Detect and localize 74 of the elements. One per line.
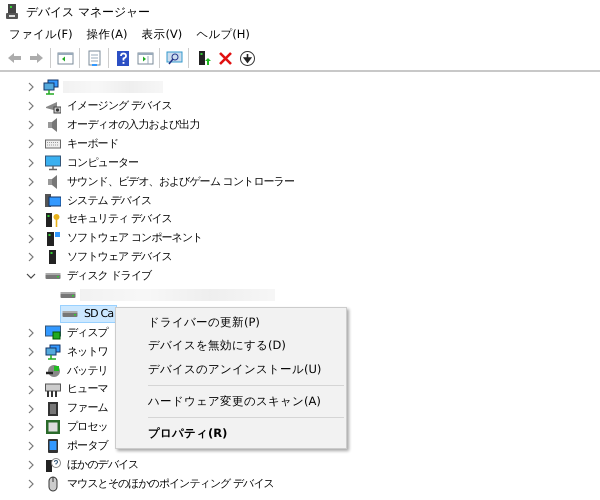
help-icon[interactable] xyxy=(114,50,132,66)
tree-item-label: ソフトウェア デバイス xyxy=(66,249,173,266)
tree-item-label: ファーム xyxy=(66,400,109,416)
tree-item[interactable]: ポータブ xyxy=(43,437,112,456)
monitor-icon xyxy=(45,155,61,171)
tree-item[interactable]: SD Ca xyxy=(60,305,118,324)
unknown-device-icon xyxy=(45,457,61,474)
tree-item[interactable]: バッテリ xyxy=(43,362,112,380)
tree-item[interactable]: ほかのデバイス xyxy=(43,456,142,474)
app-icon xyxy=(6,4,18,20)
tree-item-label: プロセッ xyxy=(66,419,109,436)
menu-item[interactable]: ドライバーの更新(P) xyxy=(116,311,346,334)
tree-item[interactable]: ファーム xyxy=(43,400,112,418)
tree-item-label: イメージング デバイス xyxy=(66,98,173,114)
tree-item[interactable]: オーディオの入力および出力 xyxy=(43,116,204,134)
menu-item[interactable]: ヘルプ(H) xyxy=(189,24,257,46)
tree-item-label: マウスとそのほかのポインティング デバイス xyxy=(66,476,275,492)
action-pane-icon[interactable] xyxy=(136,50,154,66)
console-tree-icon[interactable] xyxy=(56,50,74,66)
portable-device-icon xyxy=(45,438,61,454)
tree-item[interactable]: マウスとそのほかのポインティング デバイス xyxy=(43,475,278,494)
tree-item[interactable]: コンピューター xyxy=(43,154,142,172)
download-icon[interactable] xyxy=(238,50,256,66)
tree-item[interactable]: イメージング デバイス xyxy=(43,97,176,116)
chip-icon xyxy=(45,400,61,417)
tree-item-label: ほかのデバイス xyxy=(66,457,140,473)
tree-item[interactable]: ディスプ xyxy=(43,324,112,342)
delete-icon[interactable] xyxy=(216,50,234,66)
tree-item-label: ポータブ xyxy=(66,438,110,454)
menu-item[interactable]: デバイスを無効にする(D) xyxy=(116,334,346,358)
tree-item-label: セキュリティ デバイス xyxy=(66,211,173,228)
tree-item[interactable]: ディスク ドライブ xyxy=(43,267,156,286)
tree-item-label: ヒューマ xyxy=(66,381,109,398)
tree-item-label: システム デバイス xyxy=(66,192,152,209)
tree-item[interactable]: プロセッ xyxy=(43,418,112,436)
menu-item[interactable]: ハードウェア変更のスキャン(A) xyxy=(116,390,346,413)
tree-item-label: オーディオの入力および出力 xyxy=(66,116,201,133)
battery-icon xyxy=(45,362,61,379)
tree-item[interactable]: システム デバイス xyxy=(43,192,156,210)
tree-item-label: コンピューター xyxy=(66,154,140,171)
drive-icon xyxy=(60,291,76,300)
tree-item[interactable]: サウンド、ビデオ、およびゲーム コントローラー xyxy=(43,172,298,191)
menu-item[interactable]: 表示(V) xyxy=(134,24,190,46)
tree-item[interactable]: ソフトウェア デバイス xyxy=(43,248,176,266)
tree-item-label: SD Ca xyxy=(83,306,114,322)
tree-item[interactable]: キーボード xyxy=(43,135,122,154)
tree-item-label: ネットワ xyxy=(66,344,109,360)
processor-icon xyxy=(45,419,61,436)
tree-item[interactable]: ヒューマ xyxy=(43,380,112,399)
tree-item-label: ディスク ドライブ xyxy=(66,268,153,284)
input-device-icon xyxy=(45,382,61,398)
tree-item[interactable]: セキュリティ デバイス xyxy=(43,210,176,229)
drive-icon xyxy=(62,310,78,318)
display-icon xyxy=(45,325,61,342)
menu-item[interactable]: 操作(A) xyxy=(80,24,134,46)
window-title: デバイス マネージャー xyxy=(26,4,150,21)
component-icon xyxy=(45,230,61,247)
key-icon xyxy=(45,212,61,228)
tree-item-label: ディスプ xyxy=(66,324,110,341)
drive-icon xyxy=(45,272,61,280)
network-icon xyxy=(45,344,61,360)
system-icon xyxy=(45,192,61,209)
monitor-search-icon[interactable] xyxy=(166,50,182,66)
tree-item-label: バッテリ xyxy=(66,362,109,379)
menu-item[interactable]: デバイスのアンインストール(U) xyxy=(116,358,346,381)
tree-item-label: ソフトウェア コンポーネント xyxy=(66,230,204,246)
network-icon xyxy=(43,79,59,96)
properties-icon[interactable] xyxy=(86,50,102,66)
tree-item-label: キーボード xyxy=(66,136,120,152)
tree-item[interactable]: ソフトウェア コンポーネント xyxy=(43,230,206,248)
menu-item[interactable]: プロパティ(R) xyxy=(116,422,346,446)
tree-item-label: サウンド、ビデオ、およびゲーム コントローラー xyxy=(66,174,296,190)
tree-item[interactable]: ネットワ xyxy=(43,342,112,361)
menu-item[interactable]: ファイル(F) xyxy=(2,24,80,46)
